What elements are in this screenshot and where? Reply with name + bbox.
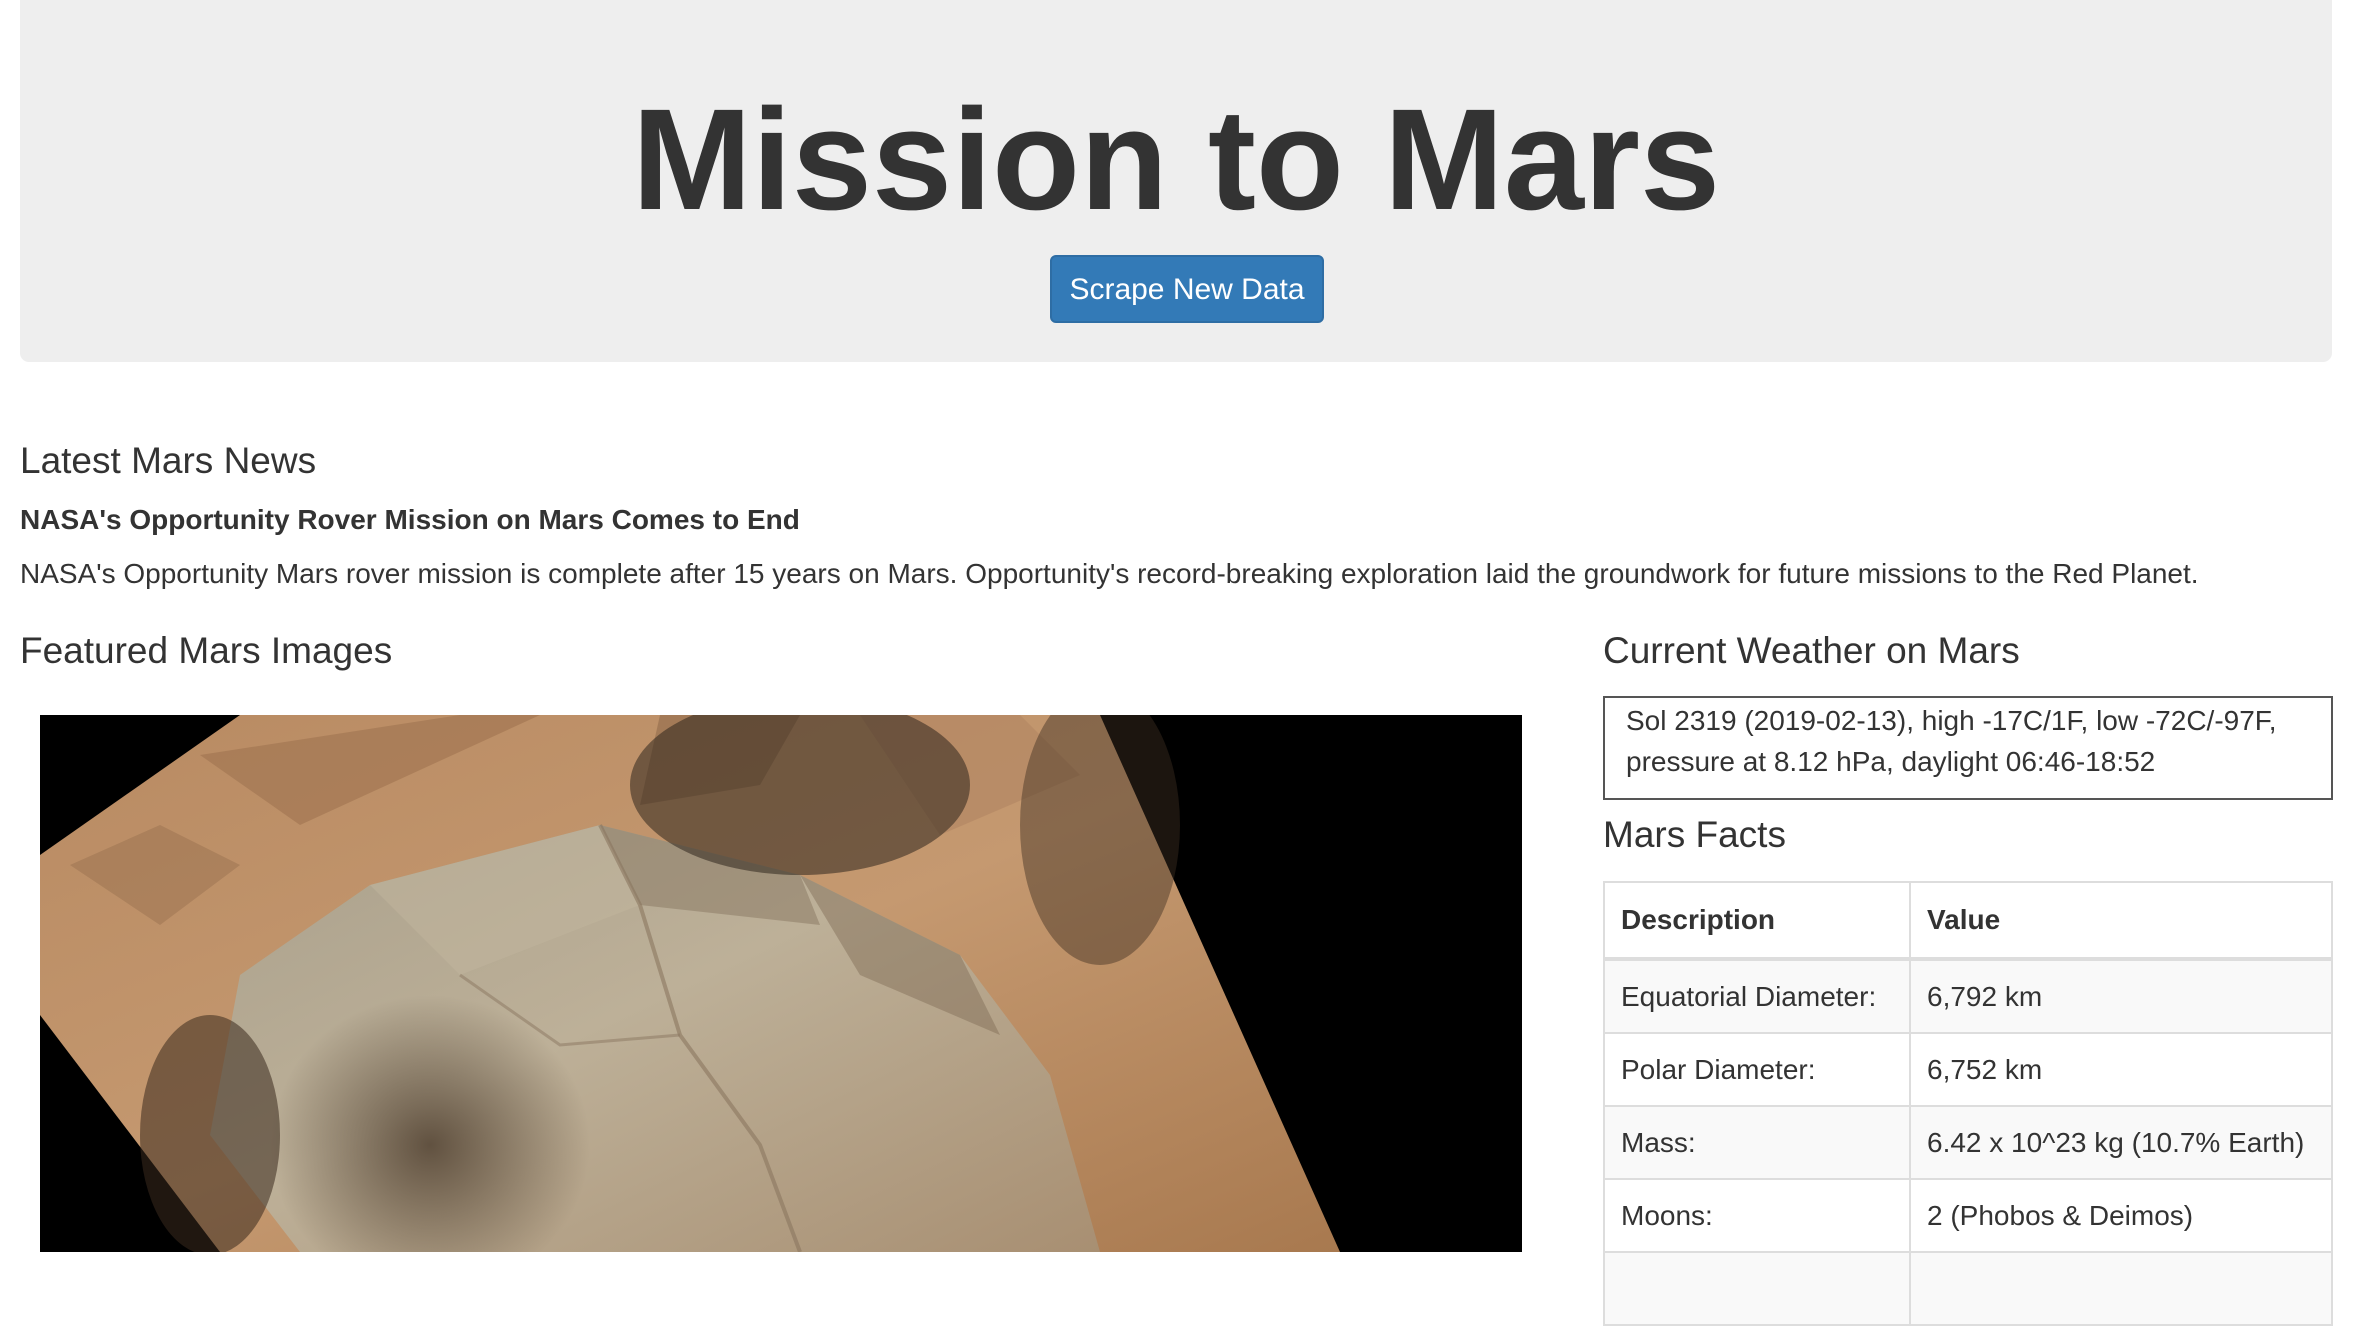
fact-value: 6,792 km	[1909, 958, 2333, 1034]
fact-value: 2 (Phobos & Deimos)	[1909, 1178, 2333, 1253]
fact-description: Moons:	[1603, 1178, 1911, 1253]
table-row: Mass: 6.42 x 10^23 kg (10.7% Earth)	[1603, 1105, 2333, 1180]
fact-description: Equatorial Diameter:	[1603, 958, 1911, 1034]
fact-description: Mass:	[1603, 1105, 1911, 1180]
table-row: Polar Diameter: 6,752 km	[1603, 1032, 2333, 1107]
weather-line-2: pressure at 8.12 hPa, daylight 06:46-18:…	[1626, 746, 2156, 777]
table-row: Equatorial Diameter: 6,792 km	[1603, 958, 2333, 1034]
fact-value: 6.42 x 10^23 kg (10.7% Earth)	[1909, 1105, 2333, 1180]
news-title: NASA's Opportunity Rover Mission on Mars…	[20, 504, 800, 535]
fact-description	[1603, 1251, 1911, 1326]
latest-news-heading: Latest Mars News	[20, 440, 317, 481]
mars-rock-photo	[40, 715, 1522, 1252]
weather-report: Sol 2319 (2019-02-13), high -17C/1F, low…	[1603, 696, 2333, 800]
column-header-description: Description	[1603, 881, 1911, 961]
news-paragraph: NASA's Opportunity Mars rover mission is…	[20, 558, 2199, 589]
fact-description: Polar Diameter:	[1603, 1032, 1911, 1107]
table-header-row: Description Value	[1603, 881, 2333, 961]
header-jumbotron: Mission to Mars Scrape New Data	[20, 0, 2332, 362]
mars-facts-table: Description Value Equatorial Diameter: 6…	[1603, 881, 2333, 1326]
scrape-new-data-button[interactable]: Scrape New Data	[1050, 255, 1324, 323]
mars-facts-heading: Mars Facts	[1603, 814, 1786, 855]
page-title: Mission to Mars	[631, 79, 1721, 240]
featured-mars-image	[40, 715, 1522, 1252]
current-weather-heading: Current Weather on Mars	[1603, 630, 2020, 671]
fact-value	[1909, 1251, 2333, 1326]
column-header-value: Value	[1909, 881, 2333, 961]
weather-line-1: Sol 2319 (2019-02-13), high -17C/1F, low…	[1626, 705, 2277, 736]
fact-value: 6,752 km	[1909, 1032, 2333, 1107]
table-row: Moons: 2 (Phobos & Deimos)	[1603, 1178, 2333, 1253]
table-row	[1603, 1251, 2333, 1326]
featured-images-heading: Featured Mars Images	[20, 630, 393, 671]
